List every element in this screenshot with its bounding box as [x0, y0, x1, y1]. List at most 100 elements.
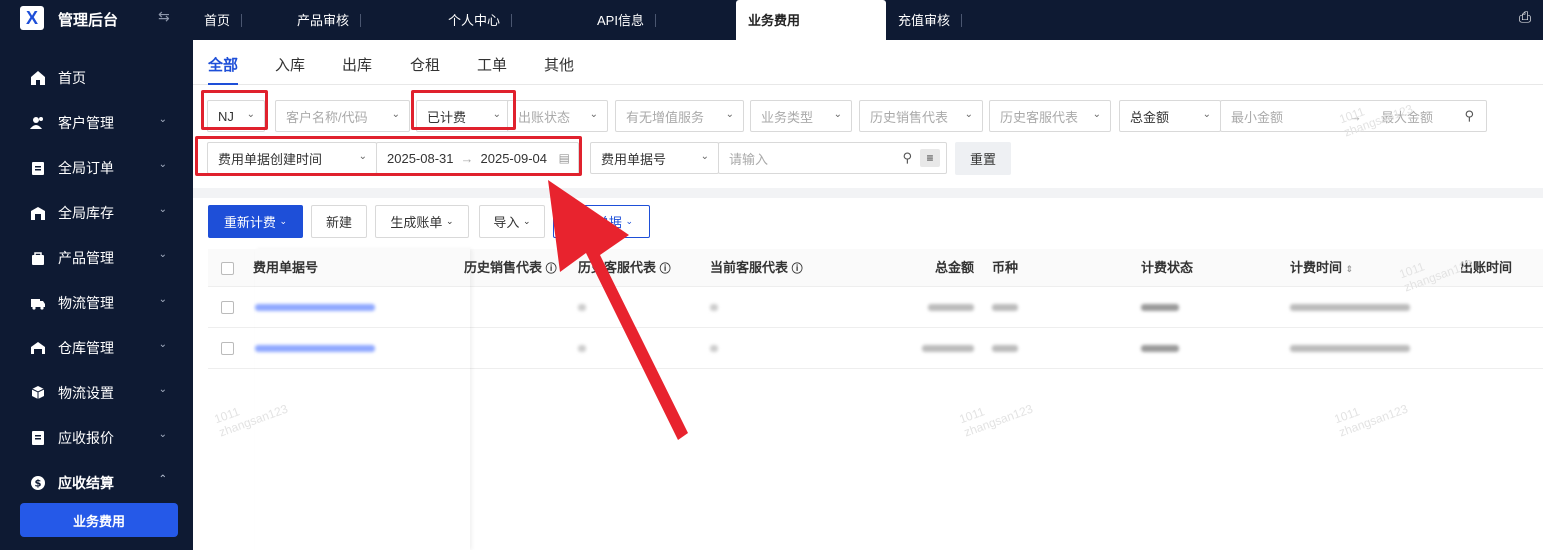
- customer-select[interactable]: 客户名称/代码 ⌄: [275, 100, 410, 132]
- help-icon[interactable]: ⓘ: [546, 263, 557, 275]
- sidebar-item-label: 物流管理: [58, 294, 114, 311]
- sidebar: X 管理后台 ⇆ 首页 客户管理 ⌄ 全局订单 ⌄ 全局库存 ⌄ 产品管理 ⌄: [0, 0, 193, 550]
- sidebar-item-orders[interactable]: 全局订单 ⌄: [0, 145, 193, 190]
- sidebar-item-logistics[interactable]: 物流管理 ⌄: [0, 280, 193, 325]
- hist-sales-placeholder: 历史销售代表: [870, 109, 949, 125]
- sidebar-item-inventory[interactable]: 全局库存 ⌄: [0, 190, 193, 235]
- create-button[interactable]: 新建: [311, 205, 367, 238]
- storehouse-icon: [31, 341, 45, 354]
- amount-field-value: 总金额: [1130, 109, 1170, 125]
- blurred-cell: [578, 304, 586, 311]
- bill-status-placeholder: 出账状态: [518, 109, 571, 125]
- sort-icon[interactable]: ⇕: [1346, 264, 1354, 274]
- print-icon[interactable]: ⎙: [1519, 9, 1531, 26]
- boxes-icon: [31, 385, 45, 399]
- reset-button[interactable]: 重置: [955, 142, 1011, 175]
- clipboard-icon: [32, 161, 44, 175]
- section-divider: [193, 188, 1543, 198]
- blurred-amount: [922, 345, 974, 352]
- chevron-down-icon: ⌄: [158, 159, 167, 170]
- subtab-all[interactable]: 全部: [208, 54, 239, 85]
- sidebar-item-home[interactable]: 首页: [0, 55, 193, 100]
- sidebar-item-label: 应收报价: [58, 429, 114, 446]
- sidebar-item-label: 产品管理: [58, 249, 114, 266]
- doc-number-input[interactable]: 请输入 ⚲ ≡: [718, 142, 947, 174]
- select-all-checkbox[interactable]: [221, 262, 234, 275]
- doc-field-select[interactable]: 费用单据号 ⌄: [590, 142, 719, 174]
- top-tab-bar: 首页 产品审核 个人中心 API信息 业务费用 充值审核 ⎙: [193, 0, 1543, 40]
- gen-bill-button[interactable]: 生成账单 ⌄: [375, 205, 469, 238]
- tab-personal-center[interactable]: 个人中心: [448, 0, 513, 40]
- min-amount-placeholder[interactable]: 最小金额: [1231, 107, 1283, 126]
- subtab-outbound[interactable]: 出库: [342, 54, 372, 75]
- col-total-amount: 总金额: [935, 260, 975, 275]
- search-icon[interactable]: ⚲: [902, 150, 912, 166]
- col-current-cs: 当前客服代表 ⓘ: [710, 249, 803, 287]
- app-logo: X: [20, 6, 44, 30]
- search-icon[interactable]: ⚲: [1464, 108, 1474, 124]
- subtab-storage[interactable]: 仓租: [410, 54, 440, 75]
- row-checkbox[interactable]: [221, 342, 234, 355]
- blurred-status: [1141, 304, 1179, 311]
- list-filter-icon[interactable]: ≡: [920, 149, 940, 167]
- home-icon: [31, 70, 45, 85]
- tab-home[interactable]: 首页: [204, 0, 243, 40]
- sub-tab-bar: 全部 入库 出库 仓租 工单 其他: [193, 40, 1543, 85]
- blurred-currency: [992, 304, 1018, 311]
- app-title: 管理后台: [58, 12, 119, 29]
- blurred-time: [1290, 304, 1410, 311]
- doc-field-value: 费用单据号: [601, 151, 667, 167]
- vas-select[interactable]: 有无增值服务 ⌄: [615, 100, 744, 132]
- subtab-workorder[interactable]: 工单: [477, 54, 507, 75]
- help-icon[interactable]: ⓘ: [660, 263, 671, 275]
- export-label: 导出单据: [569, 215, 622, 230]
- highlight-warehouse: [201, 90, 268, 130]
- col-label: 历史客服代表: [578, 260, 657, 275]
- subtab-other[interactable]: 其他: [544, 54, 574, 75]
- tab-product-review[interactable]: 产品审核: [297, 0, 362, 40]
- bill-status-select[interactable]: 出账状态 ⌄: [507, 100, 608, 132]
- chevron-down-icon: ⌄: [964, 109, 973, 120]
- tab-api-info[interactable]: API信息: [597, 0, 656, 40]
- col-hist-cs: 历史客服代表 ⓘ: [578, 249, 671, 287]
- chevron-down-icon: ⌄: [391, 109, 400, 120]
- sidebar-item-label: 物流设置: [58, 384, 114, 401]
- biz-type-select[interactable]: 业务类型 ⌄: [750, 100, 852, 132]
- chevron-down-icon: ⌄: [158, 249, 167, 260]
- sidebar-item-label: 全局订单: [58, 159, 114, 176]
- sidebar-item-label: 客户管理: [58, 114, 114, 131]
- sidebar-item-products[interactable]: 产品管理 ⌄: [0, 235, 193, 280]
- blurred-currency: [992, 345, 1018, 352]
- recalc-button[interactable]: 重新计费 ⌄: [208, 205, 303, 238]
- sidebar-item-customers[interactable]: 客户管理 ⌄: [0, 100, 193, 145]
- col-label: 历史销售代表: [464, 260, 543, 275]
- sidebar-item-receivable-quote[interactable]: 应收报价 ⌄: [0, 415, 193, 460]
- col-label: 计费时间: [1290, 260, 1343, 275]
- tab-recharge-review[interactable]: 充值审核: [898, 0, 963, 40]
- sidebar-item-logistics-settings[interactable]: 物流设置 ⌄: [0, 370, 193, 415]
- doc-number-placeholder: 请输入: [729, 151, 769, 167]
- hist-cs-select[interactable]: 历史客服代表 ⌄: [989, 100, 1111, 132]
- hist-sales-select[interactable]: 历史销售代表 ⌄: [859, 100, 983, 132]
- bag-icon: [32, 251, 44, 265]
- import-button[interactable]: 导入 ⌄: [479, 205, 545, 238]
- chevron-down-icon: ⌄: [725, 109, 734, 120]
- sidebar-item-label: 应收结算: [58, 474, 114, 491]
- sidebar-item-receivable-settlement[interactable]: $ 应收结算 ⌃: [0, 460, 193, 505]
- help-icon[interactable]: ⓘ: [792, 263, 803, 275]
- watermark: 1011 zhangsan123: [957, 389, 1034, 440]
- sidebar-item-warehouse[interactable]: 仓库管理 ⌄: [0, 325, 193, 370]
- chevron-down-icon: ⌄: [625, 216, 634, 226]
- sidebar-subitem-business-fees[interactable]: 业务费用: [20, 503, 178, 537]
- export-button[interactable]: 导出单据 ⌄: [553, 205, 650, 238]
- highlight-billing-status: [411, 90, 516, 130]
- collapse-sidebar-icon[interactable]: ⇆: [158, 8, 170, 25]
- biz-type-placeholder: 业务类型: [761, 109, 814, 125]
- sidebar-item-label: 全局库存: [58, 204, 114, 221]
- blurred-cell: [710, 304, 718, 311]
- amount-field-select[interactable]: 总金额 ⌄: [1119, 100, 1221, 132]
- chevron-down-icon: ⌄: [158, 384, 167, 395]
- tab-business-fees[interactable]: 业务费用: [736, 0, 886, 40]
- subtab-inbound[interactable]: 入库: [275, 54, 305, 75]
- row-checkbox[interactable]: [221, 301, 234, 314]
